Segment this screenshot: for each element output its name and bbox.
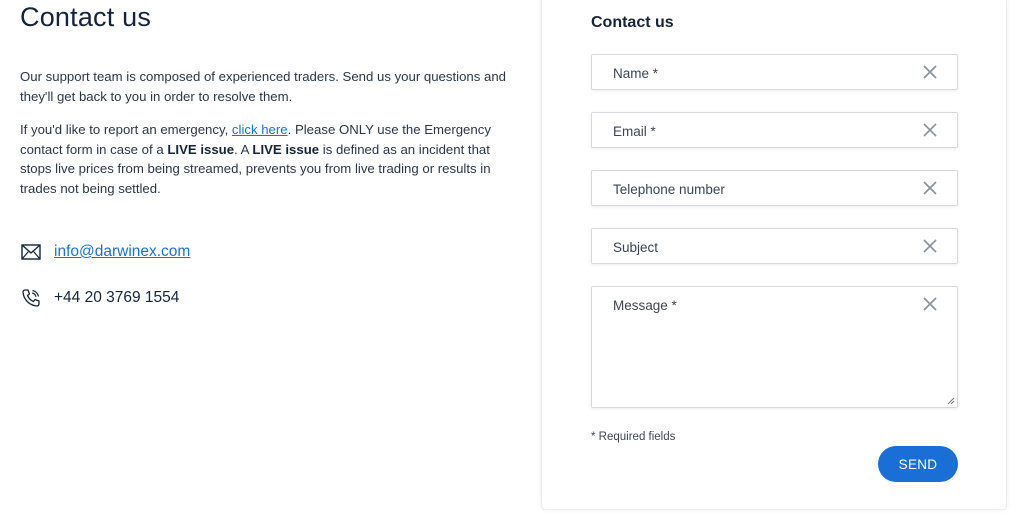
close-icon[interactable] (923, 65, 937, 79)
emergency-text-3: . A (234, 141, 253, 157)
close-icon[interactable] (923, 297, 937, 311)
emergency-click-here-link[interactable]: click here (232, 122, 288, 137)
envelope-icon (20, 241, 42, 263)
live-issue-bold-1: LIVE issue (167, 141, 235, 157)
close-icon[interactable] (923, 239, 937, 253)
phone-icon (20, 287, 42, 309)
phone-number: +44 20 3769 1554 (54, 289, 180, 306)
email-placeholder: Email * (613, 124, 656, 139)
name-placeholder: Name * (613, 66, 659, 81)
subject-field[interactable]: Subject (591, 228, 958, 264)
email-contact: info@darwinex.com (20, 241, 190, 263)
emergency-paragraph: If you'd like to report an emergency, cl… (20, 120, 515, 198)
page-title: Contact us (20, 2, 152, 32)
close-icon[interactable] (923, 181, 937, 195)
emergency-text-1: If you'd like to report an emergency, (20, 122, 232, 137)
message-textarea[interactable]: Message * (591, 286, 958, 408)
close-icon[interactable] (923, 123, 937, 137)
form-title: Contact us (591, 14, 674, 31)
email-link[interactable]: info@darwinex.com (54, 243, 190, 261)
subject-placeholder: Subject (613, 240, 659, 255)
required-fields-note: * Required fields (591, 431, 676, 443)
phone-contact: +44 20 3769 1554 (20, 287, 179, 309)
resize-handle-icon[interactable] (947, 397, 955, 405)
email-field[interactable]: Email * (591, 112, 958, 148)
live-issue-bold-2: LIVE issue (252, 141, 320, 157)
telephone-field[interactable]: Telephone number (591, 170, 958, 206)
contact-form-panel: Contact us Name * Email * Telephone numb… (541, 0, 1007, 510)
message-placeholder: Message * (613, 298, 677, 313)
telephone-placeholder: Telephone number (613, 182, 725, 197)
contact-page: Contact us Our support team is composed … (0, 0, 1024, 516)
intro-paragraph: Our support team is composed of experien… (20, 69, 507, 104)
name-field[interactable]: Name * (591, 54, 958, 90)
send-button[interactable]: SEND (878, 446, 958, 482)
